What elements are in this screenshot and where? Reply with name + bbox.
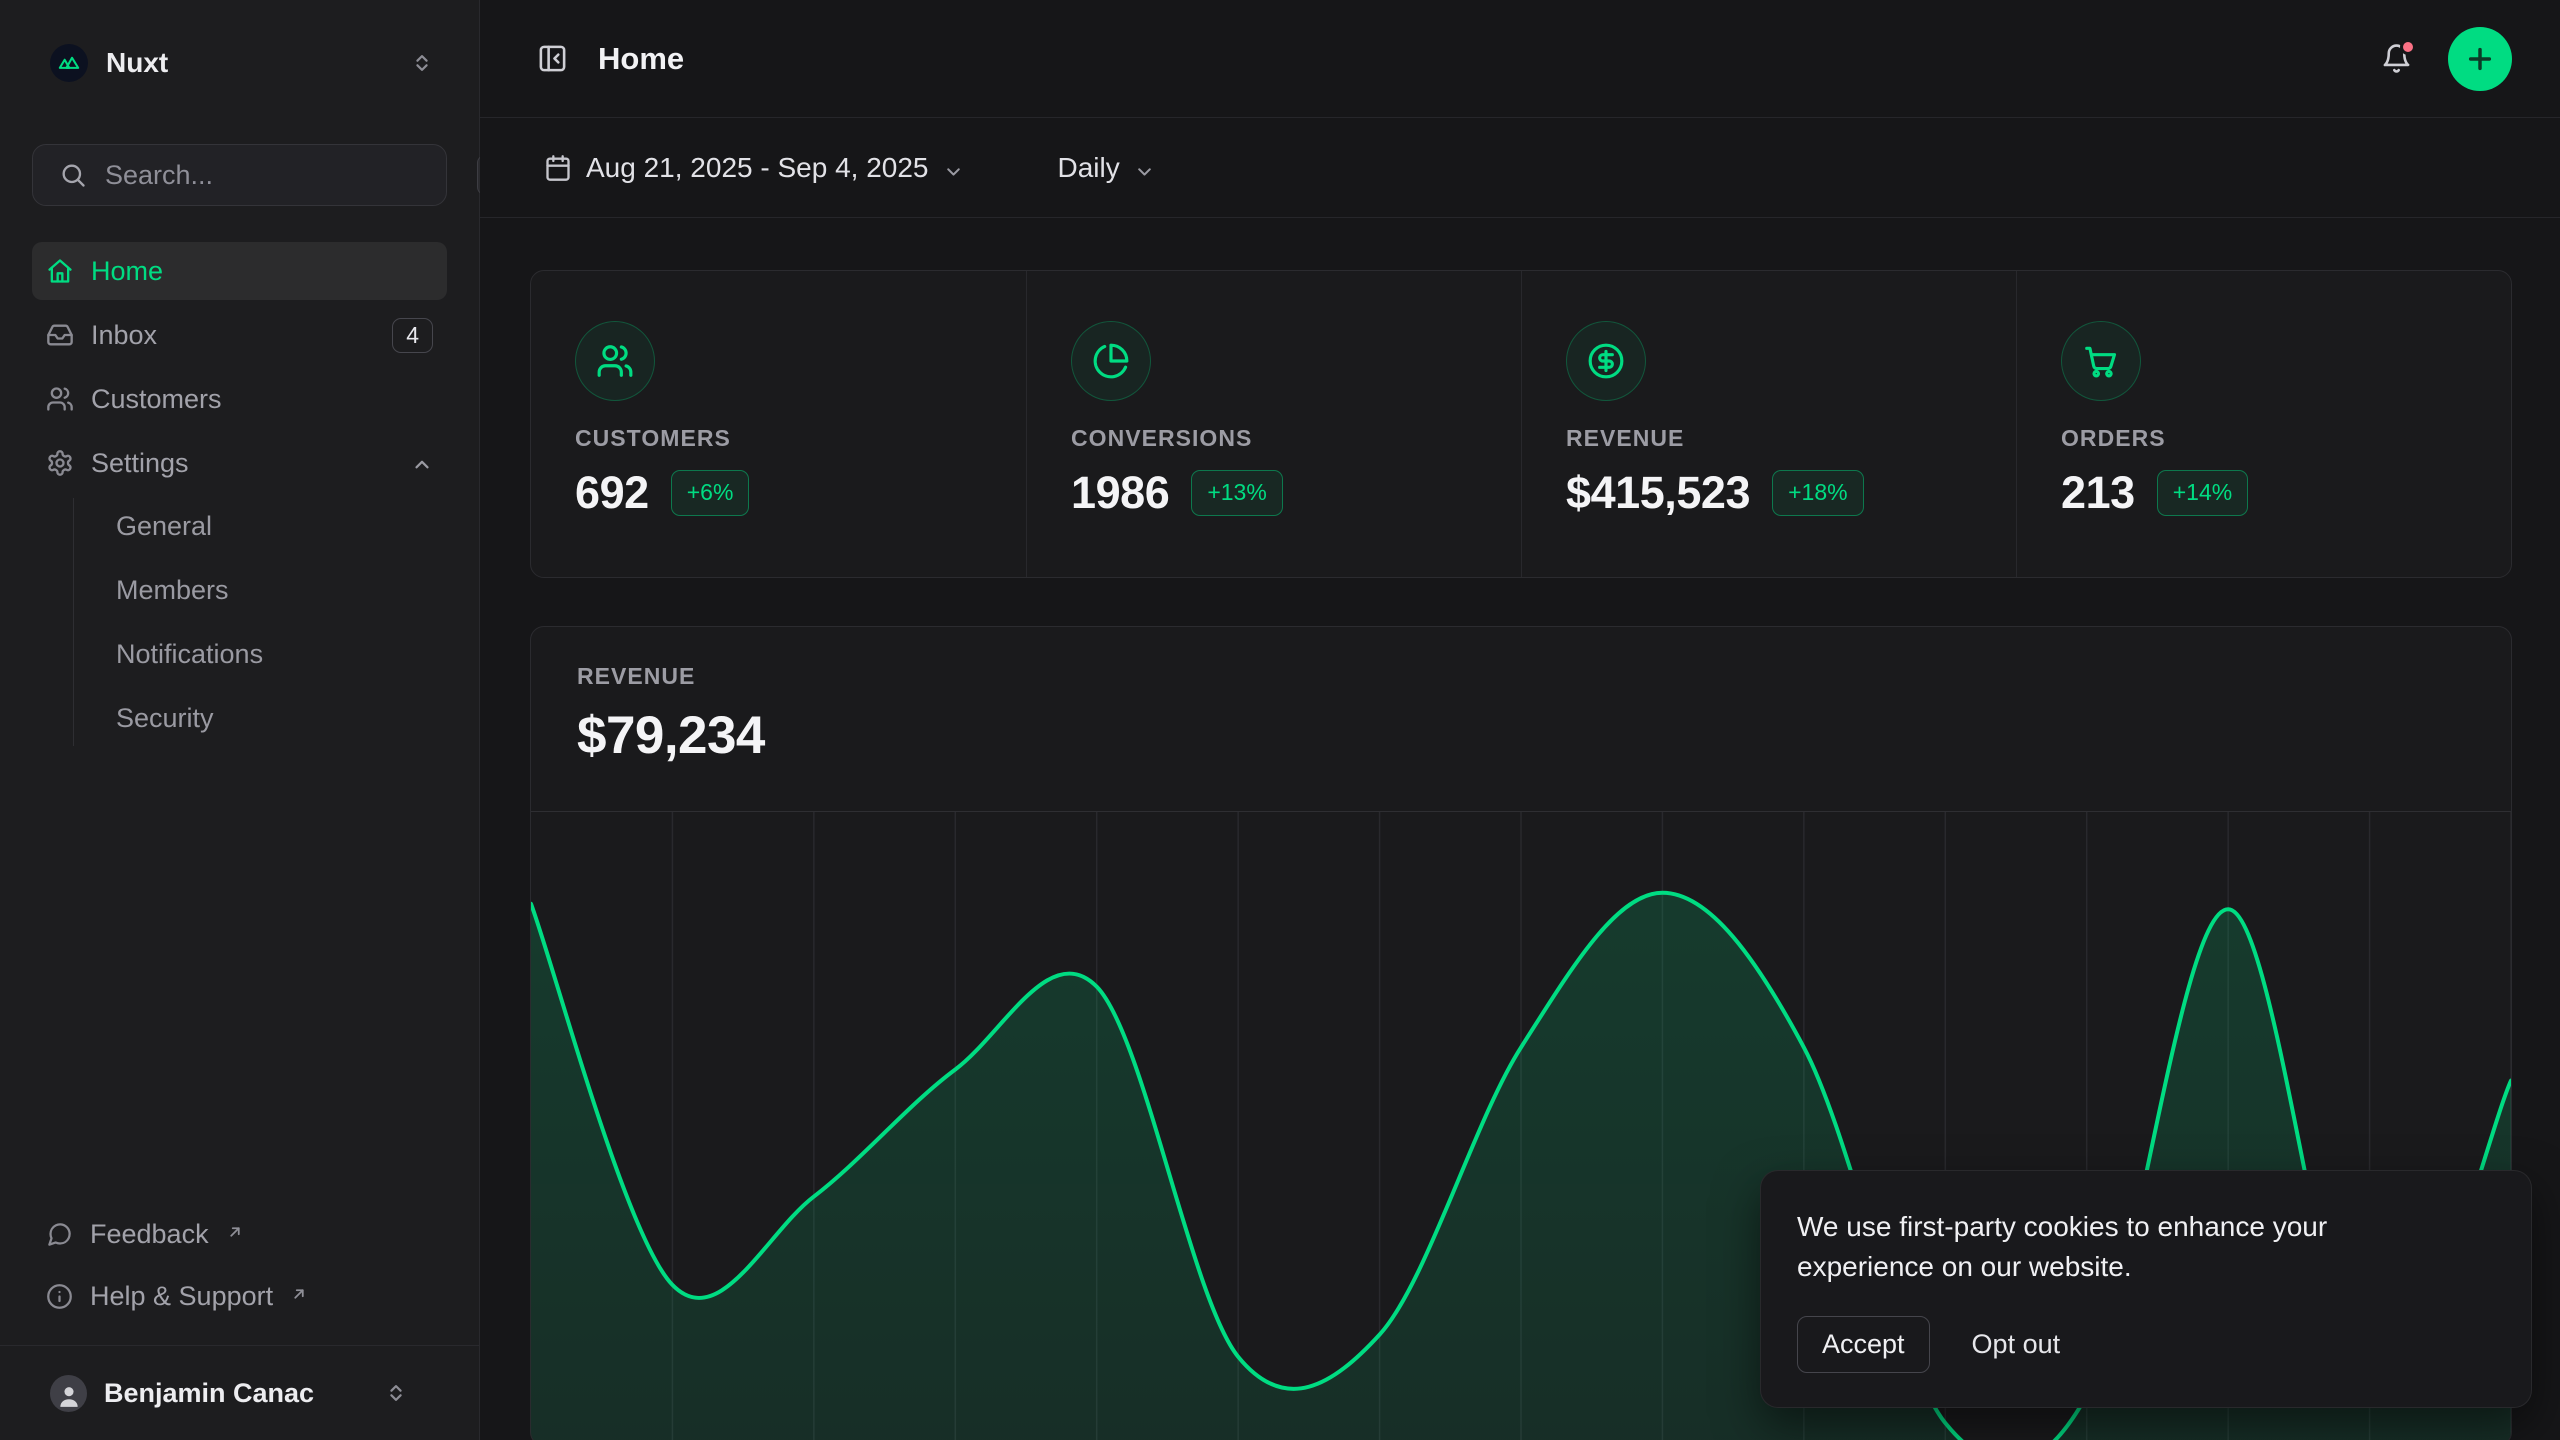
info-circle-icon — [46, 1283, 73, 1310]
calendar-icon — [544, 154, 572, 182]
feedback-link[interactable]: Feedback — [32, 1203, 447, 1265]
stat-delta-badge: +6% — [671, 470, 750, 516]
chevron-up-down-icon — [411, 52, 433, 74]
stat-conversions[interactable]: CONVERSIONS 1986 +13% — [1026, 271, 1521, 577]
page-title: Home — [598, 41, 684, 77]
revenue-chart-header: REVENUE $79,234 — [531, 627, 2511, 766]
users-icon — [46, 385, 74, 413]
date-range-label: Aug 21, 2025 - Sep 4, 2025 — [586, 152, 929, 184]
feedback-label: Feedback — [90, 1219, 209, 1250]
filters-toolbar: Aug 21, 2025 - Sep 4, 2025 Daily — [480, 118, 2560, 218]
sidebar-item-settings[interactable]: Settings — [32, 434, 447, 492]
chevron-up-down-icon — [385, 1382, 407, 1404]
cookie-message: We use first-party cookies to enhance yo… — [1797, 1207, 2447, 1288]
chevron-up-icon — [411, 452, 433, 474]
revenue-chart-label: REVENUE — [577, 663, 2465, 690]
stat-label: CUSTOMERS — [575, 425, 982, 452]
stat-value: 692 — [575, 467, 649, 519]
sidebar-item-label: Home — [91, 256, 163, 287]
sidebar-item-notifications[interactable]: Notifications — [106, 626, 447, 682]
accept-button[interactable]: Accept — [1797, 1316, 1930, 1373]
external-link-icon — [226, 1217, 244, 1235]
stat-label: ORDERS — [2061, 425, 2467, 452]
sidebar-item-inbox[interactable]: Inbox 4 — [32, 306, 447, 364]
stat-delta-badge: +14% — [2157, 470, 2248, 516]
help-support-label: Help & Support — [90, 1281, 273, 1312]
help-support-link[interactable]: Help & Support — [32, 1265, 447, 1327]
home-icon — [46, 257, 74, 285]
sidebar-item-label: Inbox — [91, 320, 157, 351]
inbox-count-badge: 4 — [392, 318, 433, 353]
stat-label: REVENUE — [1566, 425, 1972, 452]
sidebar-item-home[interactable]: Home — [32, 242, 447, 300]
inbox-icon — [46, 321, 74, 349]
nuxt-logo-icon — [50, 44, 88, 82]
sidebar-item-label: Customers — [91, 384, 222, 415]
search-bar[interactable]: ⌘ K — [32, 144, 447, 206]
sidebar-nav: Home Inbox 4 Cus — [32, 242, 447, 754]
stat-delta-badge: +18% — [1772, 470, 1863, 516]
chat-bubble-icon — [46, 1221, 73, 1248]
opt-out-button[interactable]: Opt out — [1970, 1323, 2063, 1366]
revenue-chart-value: $79,234 — [577, 705, 2465, 766]
date-range-picker[interactable]: Aug 21, 2025 - Sep 4, 2025 — [532, 142, 976, 194]
users-icon — [575, 321, 655, 401]
sidebar-item-security[interactable]: Security — [106, 690, 447, 746]
sidebar-item-customers[interactable]: Customers — [32, 370, 447, 428]
sidebar: Nuxt ⌘ K — [0, 0, 480, 1440]
cart-icon — [2061, 321, 2141, 401]
chevron-down-icon — [943, 157, 964, 178]
stat-value: 1986 — [1071, 467, 1169, 519]
sidebar-item-general[interactable]: General — [106, 498, 447, 554]
panel-collapse-button[interactable] — [530, 37, 574, 81]
granularity-select[interactable]: Daily — [1046, 142, 1167, 194]
workspace-selector[interactable]: Nuxt — [32, 34, 447, 92]
user-name: Benjamin Canac — [104, 1378, 314, 1409]
stat-label: CONVERSIONS — [1071, 425, 1477, 452]
avatar — [50, 1375, 87, 1412]
page-header: Home — [480, 0, 2560, 118]
notification-dot — [2400, 39, 2416, 55]
cookie-actions: Accept Opt out — [1797, 1316, 2495, 1373]
stat-value: 213 — [2061, 467, 2135, 519]
add-button[interactable] — [2448, 27, 2512, 91]
gear-icon — [46, 449, 74, 477]
cookie-banner: We use first-party cookies to enhance yo… — [1760, 1170, 2532, 1408]
workspace-name: Nuxt — [106, 47, 168, 79]
sidebar-item-label: Settings — [91, 448, 189, 479]
plus-icon — [2464, 43, 2496, 75]
search-input[interactable] — [105, 160, 459, 191]
granularity-label: Daily — [1058, 152, 1120, 184]
panel-collapse-icon — [537, 43, 568, 74]
stat-revenue[interactable]: REVENUE $415,523 +18% — [1521, 271, 2016, 577]
settings-subnav: General Members Notifications Security — [73, 498, 447, 746]
external-link-icon — [290, 1279, 308, 1297]
notifications-button[interactable] — [2374, 37, 2418, 81]
user-menu[interactable]: Benjamin Canac — [32, 1346, 447, 1440]
stat-value: $415,523 — [1566, 467, 1750, 519]
stat-orders[interactable]: ORDERS 213 +14% — [2016, 271, 2511, 577]
pie-chart-icon — [1071, 321, 1151, 401]
search-icon — [59, 161, 87, 189]
stat-customers[interactable]: CUSTOMERS 692 +6% — [531, 271, 1026, 577]
sidebar-footer: Feedback Help & Support — [32, 1203, 447, 1440]
stat-delta-badge: +13% — [1191, 470, 1282, 516]
chevron-down-icon — [1134, 157, 1155, 178]
dollar-circle-icon — [1566, 321, 1646, 401]
sidebar-item-members[interactable]: Members — [106, 562, 447, 618]
stats-card-group: CUSTOMERS 692 +6% CONVERSIONS 1986 — [530, 270, 2512, 578]
header-actions — [2374, 27, 2512, 91]
